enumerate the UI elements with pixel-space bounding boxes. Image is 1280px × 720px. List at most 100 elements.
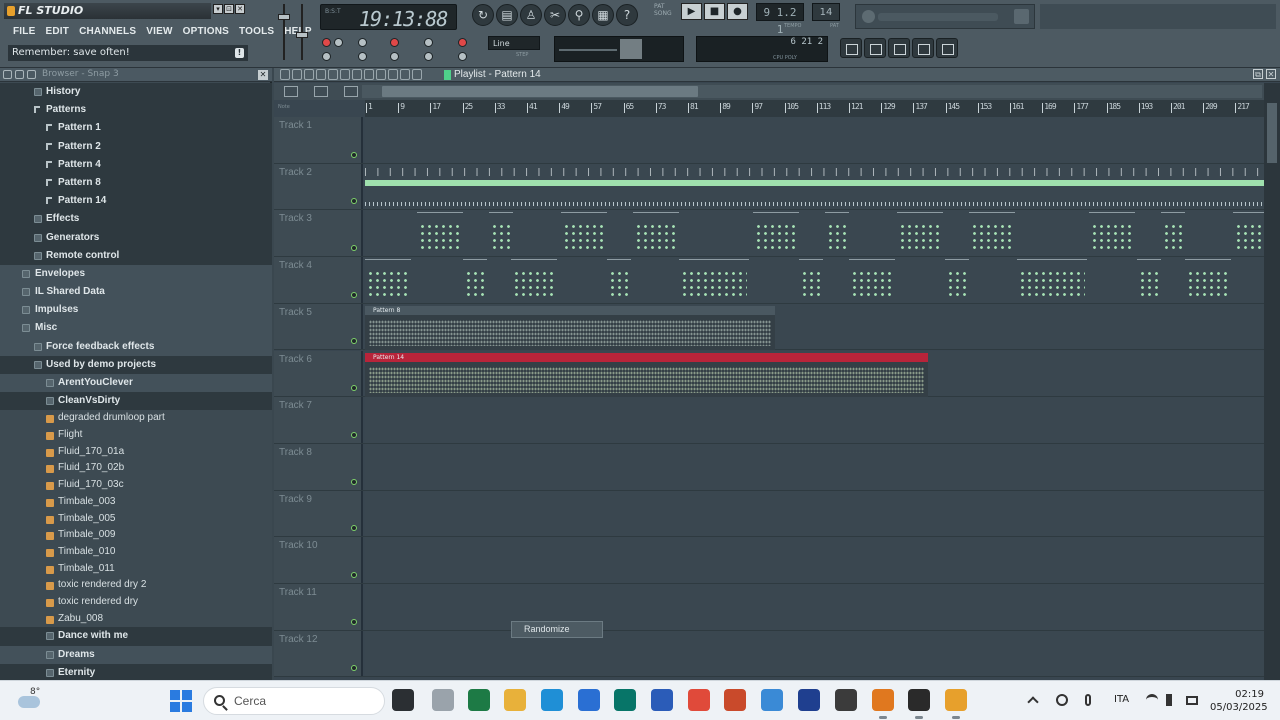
detach-button[interactable]: ⧉ [1253,69,1263,79]
slice-tool-icon[interactable] [364,69,374,80]
track-lane[interactable] [365,490,1264,537]
star-app-icon[interactable] [835,689,857,711]
menu-edit[interactable]: EDIT [40,24,74,40]
monitor-icon[interactable] [458,38,467,47]
browser-item[interactable]: Patterns [0,101,272,120]
slip-tool-icon[interactable] [352,69,362,80]
track-lane[interactable]: Pattern 14 [365,350,1264,397]
tempo-display[interactable]: 9 1.2 1 [756,3,804,36]
step-toggle-icon[interactable] [334,38,343,47]
stop-button[interactable]: ■ [704,3,725,20]
track-mute-led[interactable] [351,151,357,158]
playlist-close-button[interactable]: ✕ [1266,69,1276,79]
clock-area[interactable]: 02:19 05/03/2025 [1210,688,1268,714]
sync-icon[interactable] [1056,694,1068,706]
task-view-icon[interactable] [392,689,414,711]
fl-studio-icon[interactable] [945,689,967,719]
randomize-menu-item[interactable]: Randomize [511,621,603,638]
playback-tool-icon[interactable] [400,69,410,80]
track-header[interactable]: Track 2 [274,163,363,210]
edge-icon[interactable] [541,689,563,711]
menu-view[interactable]: VIEW [141,24,177,40]
input-language[interactable]: ITA [1114,694,1129,705]
sample-file[interactable]: Fluid_170_02b [0,460,272,478]
drum-pattern-clip[interactable] [799,259,823,301]
pattern-8-clip[interactable]: Pattern 8 [365,305,775,350]
playlist-title[interactable]: Playlist - Pattern 14 [454,69,541,80]
browser-item[interactable]: Misc [0,319,272,338]
sample-file[interactable]: Fluid_170_03c [0,477,272,494]
sample-file[interactable]: Zabu_008 [0,610,272,628]
browser-collapse-icon[interactable] [15,70,24,79]
pattern-picker-icon[interactable] [284,86,298,97]
snap-icon[interactable] [458,52,467,61]
microphone-icon[interactable] [1085,694,1091,706]
search-app-icon[interactable] [872,689,894,719]
track-mute-led[interactable] [351,618,357,625]
horizontal-scrollbar[interactable] [362,85,1262,98]
track-mute-led[interactable] [351,291,357,298]
record-app-icon[interactable] [908,689,930,719]
track-header[interactable]: Track 8 [274,443,363,490]
help-icon[interactable]: ? [616,4,638,26]
drum-pattern-clip[interactable] [679,259,749,301]
track-header[interactable]: Track 7 [274,397,363,443]
loop-toggle-icon[interactable] [358,38,367,47]
drum-pattern-clip[interactable] [511,259,557,301]
minimize-button[interactable]: ▾ [213,4,223,14]
pat-icon[interactable] [322,52,331,61]
paint-tool-icon[interactable] [316,69,326,80]
browser-item[interactable]: Dance with me [0,627,272,646]
track-mute-led[interactable] [351,338,357,345]
sample-file[interactable]: Flight [0,427,272,444]
drum-pattern-clip[interactable] [1233,212,1264,254]
menu-options[interactable]: OPTIONS [178,24,234,40]
sample-file[interactable]: Timbale_005 [0,510,272,528]
wait-input-icon[interactable]: ✂ [544,4,566,26]
panel-button[interactable] [1014,9,1029,24]
step-sequencer-icon[interactable] [864,38,886,58]
vertical-scrollbar[interactable] [1264,83,1280,680]
drum-pattern-clip[interactable] [1137,259,1161,301]
sample-file[interactable]: Timbale_011 [0,560,272,578]
headphones-app-icon[interactable] [798,689,820,711]
loop-record-icon[interactable]: ↻ [472,4,494,26]
metronome-icon[interactable]: ♙ [520,4,542,26]
drum-pattern-clip[interactable] [633,212,679,254]
taskbar-search[interactable]: Cerca [203,687,385,715]
wifi-icon[interactable] [1146,694,1158,706]
menu-channels[interactable]: CHANNELS [74,24,141,40]
master-volume-slider[interactable] [278,4,290,60]
pen-icon[interactable] [432,689,454,711]
track-lane[interactable] [365,210,1264,257]
typing-keyboard-icon[interactable] [424,38,433,47]
timeline-ruler[interactable]: 1 9 17 25 33 41 49 57 65 73 81 89 97 105 113 121 129 137 1… [365,100,1264,117]
track-header[interactable]: Track 11 [274,584,363,630]
file-explorer-icon[interactable] [504,689,526,711]
browser-item[interactable]: IL Shared Data [0,283,272,302]
pattern-clip[interactable] [365,167,1264,210]
notepad-icon[interactable] [761,689,783,711]
drum-pattern-clip[interactable] [849,259,895,301]
drum-pattern-clip[interactable] [463,259,487,301]
sample-file[interactable]: Timbale_010 [0,543,272,561]
track-header[interactable]: Track 5 [274,303,363,350]
play-button[interactable]: ▶ [681,3,702,20]
draw-tool-icon[interactable] [304,69,314,80]
song-mode-label[interactable]: SONG [654,10,672,17]
track-options-icon[interactable] [314,86,328,97]
sample-file[interactable]: toxic rendered dry 2 [0,577,272,594]
drum-pattern-clip[interactable] [897,212,943,254]
browser-item[interactable]: Generators [0,228,272,247]
browser-item[interactable]: ArentYouClever [0,374,272,393]
sample-file[interactable]: degraded drumloop part [0,410,272,428]
track-mute-led[interactable] [351,665,357,672]
pattern-14-clip[interactable]: Pattern 14 [365,352,928,397]
track-header[interactable]: Track 4 [274,257,363,303]
blend-notes-icon[interactable]: ▦ [592,4,614,26]
snap-selector[interactable]: Line [488,36,540,50]
browser-menu-icon[interactable] [3,70,12,79]
tray-chevron-icon[interactable] [1027,696,1039,708]
drum-pattern-clip[interactable] [561,212,607,254]
browser-snap-icon[interactable] [27,70,36,79]
